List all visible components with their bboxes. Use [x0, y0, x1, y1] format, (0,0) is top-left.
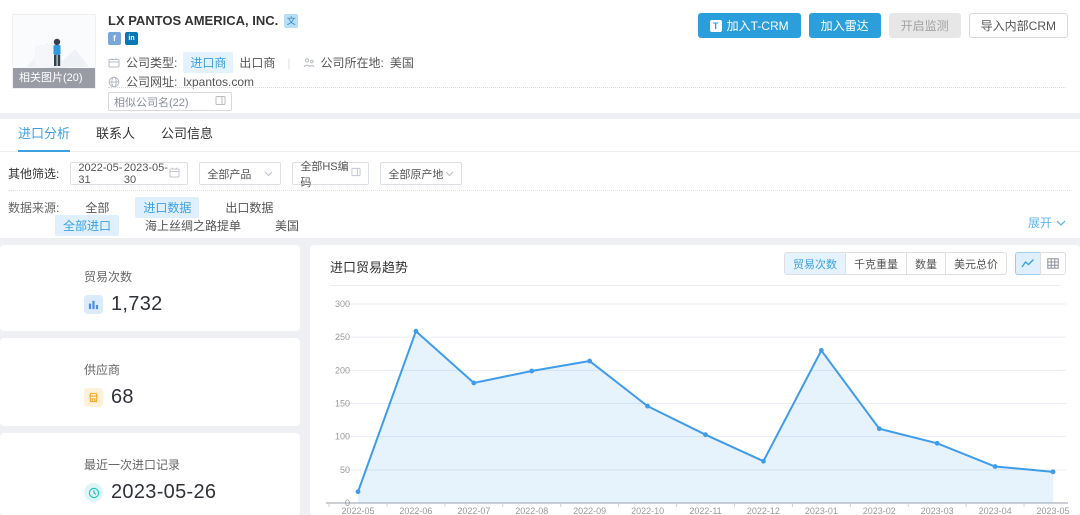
linkedin-icon[interactable]: in: [125, 32, 138, 45]
tab-bar: 进口分析 联系人 公司信息: [0, 119, 1080, 152]
svg-text:50: 50: [340, 465, 350, 475]
facebook-icon[interactable]: f: [108, 32, 121, 45]
shop-icon: [84, 388, 103, 407]
origin-filter-select[interactable]: 全部原产地: [380, 162, 462, 185]
panel-icon: [351, 167, 361, 180]
table-icon[interactable]: [1040, 252, 1066, 275]
hs-code-filter[interactable]: 全部HS编码: [292, 162, 369, 185]
metric-toggle-group: 贸易次数 千克重量 数量 美元总价: [784, 252, 1007, 275]
add-to-tcrm-button[interactable]: T 加入T-CRM: [698, 13, 801, 38]
svg-text:2022-05: 2022-05: [341, 506, 374, 515]
header-divider: [108, 87, 1066, 88]
line-chart-icon[interactable]: [1015, 252, 1041, 275]
trend-chart: 0501001502002503002022-052022-062022-072…: [320, 292, 1070, 515]
svg-text:100: 100: [335, 432, 350, 442]
other-filters-label: 其他筛选:: [8, 165, 59, 182]
svg-text:2022-08: 2022-08: [515, 506, 548, 515]
tab-contacts[interactable]: 联系人: [96, 119, 135, 152]
stat-label: 贸易次数: [84, 268, 300, 285]
svg-text:2023-05: 2023-05: [1036, 506, 1069, 515]
stat-label: 供应商: [84, 361, 300, 378]
similar-company-value: 相似公司名(22): [114, 94, 189, 110]
analysis-panel: 进口分析 联系人 公司信息 其他筛选: 2022-05-31 2023-05-3…: [0, 119, 1080, 238]
tcrm-icon: T: [710, 20, 722, 32]
exporter-tag[interactable]: 出口商: [239, 54, 275, 71]
expand-link[interactable]: 展开: [1028, 214, 1066, 231]
chart-divider: [330, 285, 1060, 286]
filter-divider: [8, 190, 1072, 191]
location-icon: [303, 57, 315, 69]
related-images-label: 相关图片(20): [13, 68, 95, 88]
svg-text:150: 150: [335, 399, 350, 409]
tab-import-analysis[interactable]: 进口分析: [18, 119, 70, 152]
svg-text:2023-03: 2023-03: [921, 506, 954, 515]
svg-text:2023-04: 2023-04: [979, 506, 1012, 515]
translate-icon[interactable]: 文: [284, 14, 298, 28]
similar-company-select[interactable]: 相似公司名(22): [108, 92, 232, 111]
stat-value: 1,732: [111, 293, 163, 316]
start-monitoring-button[interactable]: 开启监测: [889, 13, 961, 38]
svg-text:300: 300: [335, 299, 350, 309]
clock-icon: [84, 483, 103, 502]
location-label: 公司所在地:: [321, 54, 384, 71]
import-trend-card: 进口贸易趋势 贸易次数 千克重量 数量 美元总价 050100150200250…: [310, 245, 1080, 515]
date-end: 2023-05-30: [124, 162, 170, 186]
company-name: LX PANTOS AMERICA, INC.: [108, 13, 278, 28]
calendar-icon: [169, 167, 180, 181]
company-type-label: 公司类型:: [126, 54, 177, 71]
globe-icon: [108, 76, 120, 88]
chart-series: [356, 329, 1056, 503]
svg-text:2022-10: 2022-10: [631, 506, 664, 515]
stat-card-last-import: 最近一次进口记录 2023-05-26: [0, 433, 300, 515]
stat-card-trade-count: 贸易次数 1,732: [0, 245, 300, 331]
toggle-kg-weight[interactable]: 千克重量: [845, 252, 907, 275]
sub-source-usa[interactable]: 美国: [267, 215, 307, 236]
panel-icon: [215, 95, 226, 109]
toggle-usd-total[interactable]: 美元总价: [945, 252, 1007, 275]
location-value: 美国: [390, 54, 414, 71]
import-internal-crm-button[interactable]: 导入内部CRM: [969, 13, 1068, 38]
date-start: 2022-05-31: [78, 162, 124, 186]
svg-text:200: 200: [335, 365, 350, 375]
svg-text:2022-12: 2022-12: [747, 506, 780, 515]
sub-source-all-import[interactable]: 全部进口: [55, 215, 119, 236]
svg-text:2022-07: 2022-07: [457, 506, 490, 515]
stat-label: 最近一次进口记录: [84, 456, 300, 473]
toggle-trade-count[interactable]: 贸易次数: [784, 252, 846, 275]
bar-chart-icon: [84, 295, 103, 314]
svg-text:250: 250: [335, 332, 350, 342]
view-toggle-group: [1015, 252, 1066, 275]
importer-tag[interactable]: 进口商: [183, 52, 233, 73]
stat-value: 68: [111, 386, 134, 409]
toggle-quantity[interactable]: 数量: [906, 252, 946, 275]
chevron-down-icon: [1056, 216, 1066, 230]
separator: |: [281, 56, 296, 70]
company-image-thumbnail[interactable]: 相关图片(20): [12, 14, 96, 89]
sub-source-silk-road[interactable]: 海上丝绸之路提单: [137, 215, 249, 236]
date-range-picker[interactable]: 2022-05-31 2023-05-30: [70, 162, 188, 185]
product-filter-select[interactable]: 全部产品: [199, 162, 281, 185]
company-header-card: 相关图片(20) LX PANTOS AMERICA, INC. 文 f in …: [0, 0, 1080, 113]
chevron-down-icon: [445, 168, 454, 180]
data-source-label: 数据来源:: [8, 199, 59, 216]
svg-text:2023-01: 2023-01: [805, 506, 838, 515]
stat-card-suppliers: 供应商 68: [0, 338, 300, 426]
svg-text:2022-06: 2022-06: [399, 506, 432, 515]
add-to-radar-button[interactable]: 加入雷达: [809, 13, 881, 38]
svg-text:2023-02: 2023-02: [863, 506, 896, 515]
company-type-icon: [108, 57, 120, 69]
chart-title: 进口贸易趋势: [330, 257, 408, 276]
stat-value: 2023-05-26: [111, 481, 216, 504]
svg-text:2022-09: 2022-09: [573, 506, 606, 515]
tab-company-info[interactable]: 公司信息: [161, 119, 213, 152]
chevron-down-icon: [264, 168, 273, 180]
svg-text:2022-11: 2022-11: [689, 506, 721, 515]
